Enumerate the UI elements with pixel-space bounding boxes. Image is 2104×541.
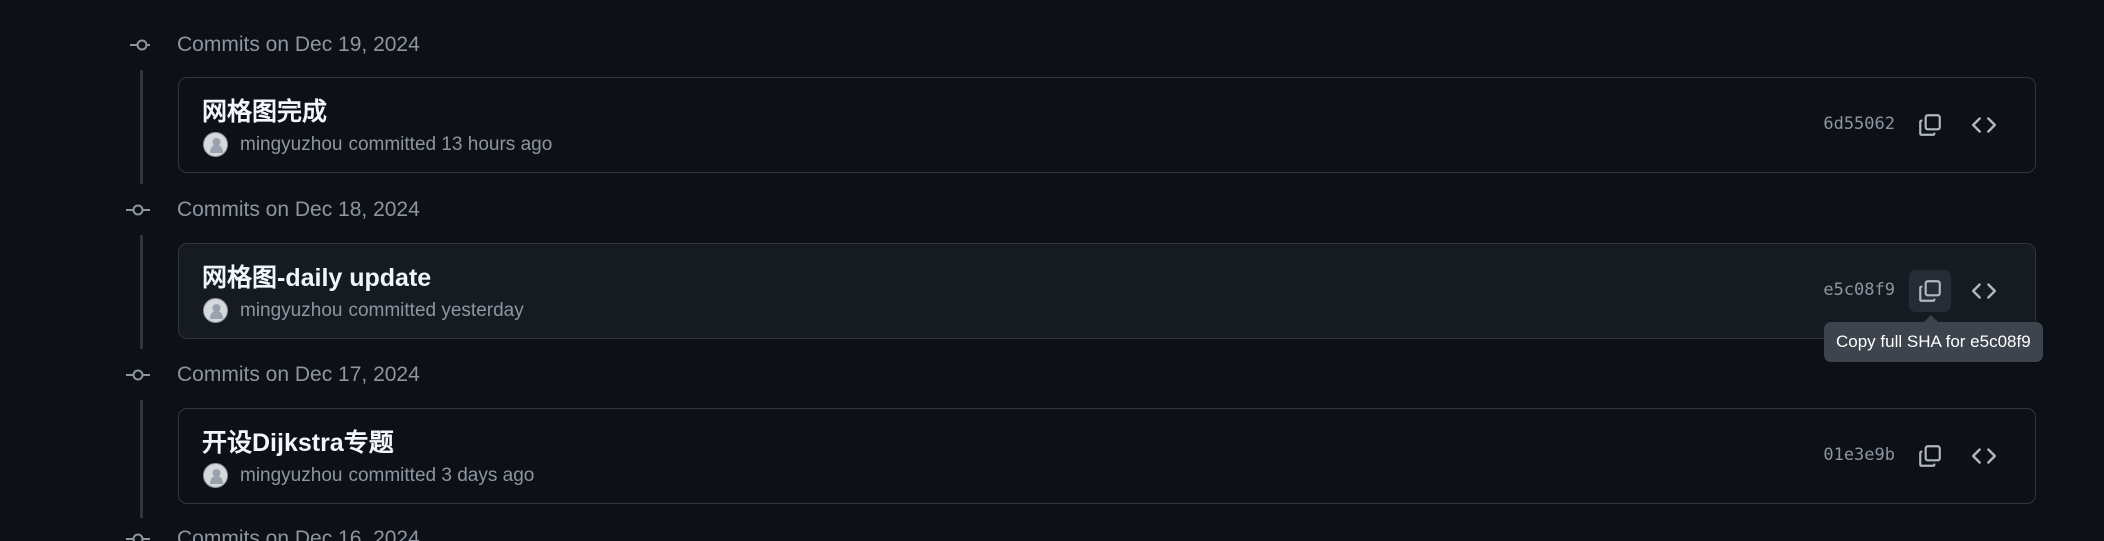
commit-group-date: Commits on Dec 17, 2024	[177, 363, 420, 386]
commit-title-link[interactable]: 网格图-daily update	[202, 258, 431, 294]
avatar[interactable]	[203, 298, 228, 323]
git-commit-icon	[126, 204, 150, 216]
commit-sha-link[interactable]: 6d55062	[1823, 114, 1895, 134]
copy-sha-button[interactable]	[1909, 270, 1951, 312]
commit-time: committed 13 hours ago	[348, 133, 553, 155]
commit-row[interactable]: 网格图完成 mingyuzhou committed 13 hours ago …	[178, 77, 2036, 173]
commit-row[interactable]: 开设Dijkstra专题 mingyuzhou committed 3 days…	[178, 408, 2036, 504]
timeline-rail	[140, 70, 143, 184]
commit-author-link[interactable]: mingyuzhou	[240, 465, 342, 487]
timeline-rail	[140, 235, 143, 349]
git-commit-icon	[126, 533, 150, 541]
commit-sha-link[interactable]: e5c08f9	[1823, 280, 1895, 300]
commit-author-link[interactable]: mingyuzhou	[240, 300, 342, 322]
commit-author-link[interactable]: mingyuzhou	[240, 134, 342, 156]
copy-sha-button[interactable]	[1909, 104, 1951, 146]
browse-repository-button[interactable]	[1963, 104, 2005, 146]
commit-meta: mingyuzhou committed yesterday	[203, 298, 524, 323]
commit-time: committed yesterday	[348, 299, 524, 321]
commit-group-date: Commits on Dec 19, 2024	[177, 33, 420, 56]
commit-title-link[interactable]: 网格图完成	[202, 92, 327, 128]
copy-icon	[1919, 280, 1941, 302]
commit-title-link[interactable]: 开设Dijkstra专题	[202, 423, 394, 459]
commit-sha-link[interactable]: 01e3e9b	[1823, 445, 1895, 465]
copy-icon	[1919, 445, 1941, 467]
timeline-rail	[140, 400, 143, 518]
avatar[interactable]	[203, 463, 228, 488]
commit-timeline: Commits on Dec 19, 2024 网格图完成 mingyuzhou…	[0, 0, 2104, 541]
avatar[interactable]	[203, 132, 228, 157]
copy-sha-button[interactable]	[1909, 435, 1951, 477]
commit-time: committed 3 days ago	[348, 464, 535, 486]
git-commit-icon	[126, 369, 150, 381]
browse-repository-button[interactable]	[1963, 435, 2005, 477]
git-commit-icon	[130, 39, 150, 51]
browse-repository-button[interactable]	[1963, 270, 2005, 312]
code-icon	[1971, 448, 1997, 464]
copy-icon	[1919, 114, 1941, 136]
commit-group-date: Commits on Dec 16, 2024	[177, 527, 420, 541]
code-icon	[1971, 117, 1997, 133]
commit-group-date: Commits on Dec 18, 2024	[177, 198, 420, 221]
copy-sha-tooltip: Copy full SHA for e5c08f9	[1824, 315, 2043, 362]
commit-meta: mingyuzhou committed 13 hours ago	[203, 132, 552, 157]
code-icon	[1971, 283, 1997, 299]
commit-meta: mingyuzhou committed 3 days ago	[203, 463, 534, 488]
commit-row[interactable]: 网格图-daily update mingyuzhou committed ye…	[178, 243, 2036, 339]
